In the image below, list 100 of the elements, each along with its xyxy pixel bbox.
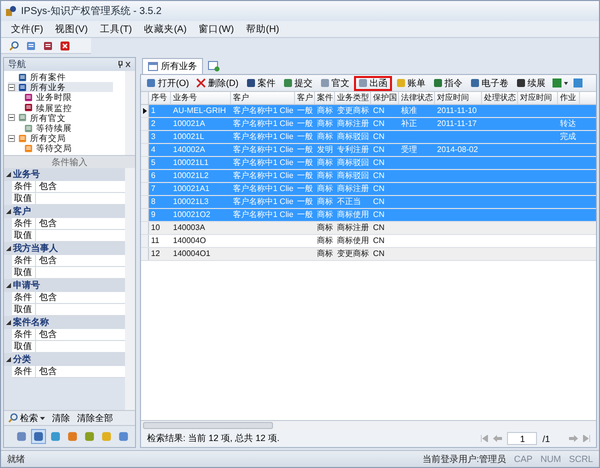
tree-item[interactable]: 等待交局 xyxy=(8,143,113,154)
column-header[interactable]: 业务号 xyxy=(171,92,231,104)
menu-item[interactable]: 文件(F) xyxy=(7,22,48,36)
column-header[interactable]: 作业 xyxy=(558,92,580,104)
column-header[interactable]: 对应时间 xyxy=(435,92,482,104)
nav-button[interactable] xyxy=(99,429,114,444)
toolbar-button[interactable]: 指令 xyxy=(430,76,466,90)
menu-item[interactable]: 视图(V) xyxy=(51,22,92,36)
table-cell-text: 100021A xyxy=(172,118,206,130)
column-header[interactable]: 业务类型 xyxy=(335,92,371,104)
property-row[interactable]: 条件 包含 xyxy=(12,329,125,341)
collapse-icon[interactable] xyxy=(8,114,15,122)
nav-button[interactable] xyxy=(82,429,97,444)
report-button[interactable] xyxy=(570,76,584,90)
column-header[interactable]: 案件 xyxy=(315,92,335,104)
table-cell-text: 一般 xyxy=(296,183,314,195)
property-row[interactable]: 条件 包含 xyxy=(12,255,125,267)
menu-item[interactable]: 帮助(H) xyxy=(242,22,284,36)
table-row[interactable]: 10 140003A 商标 商标注册 CN xyxy=(141,222,596,235)
table-cell-text: 一般 xyxy=(296,118,314,130)
action-button[interactable]: 检索 xyxy=(7,412,46,424)
category-row[interactable]: 我方当事人 xyxy=(4,242,125,255)
column-header[interactable]: 保护国 xyxy=(371,92,399,104)
next-page-icon[interactable] xyxy=(569,435,578,442)
property-row[interactable]: 取值 xyxy=(12,193,125,205)
tree-item[interactable]: 续展监控 xyxy=(8,102,113,113)
category-row[interactable]: 业务号 xyxy=(4,168,125,181)
pin-icon[interactable] xyxy=(117,61,131,68)
table-cell-text: 100021L3 xyxy=(172,196,210,208)
table-cell-text: 一般 xyxy=(296,144,314,156)
category-row[interactable]: 案件名称 xyxy=(4,316,125,329)
tree-item[interactable]: 所有案件 xyxy=(8,72,113,82)
property-row[interactable]: 条件 包含 xyxy=(12,292,125,304)
row-header[interactable] xyxy=(141,105,149,117)
expand-icon[interactable] xyxy=(6,283,11,288)
toolbar-button[interactable]: 官文 xyxy=(316,76,352,90)
tree-item[interactable]: 所有业务 xyxy=(8,82,113,92)
toolbar-button[interactable]: 账单 xyxy=(392,76,428,90)
tree-item[interactable]: 所有官文 xyxy=(8,112,113,123)
previous-page-icon[interactable] xyxy=(493,435,502,442)
category-row[interactable]: 分类 xyxy=(4,353,125,366)
column-header[interactable]: 法律状态 xyxy=(399,92,435,104)
first-page-icon[interactable] xyxy=(481,435,488,442)
toolbar-button[interactable]: 续展 xyxy=(512,76,548,90)
property-row[interactable]: 取值 xyxy=(12,230,125,242)
last-page-icon[interactable] xyxy=(583,435,590,442)
table-cell-text: 客户名称中1 Clie xyxy=(232,196,294,208)
new-tab-button[interactable] xyxy=(206,59,222,74)
tree-item[interactable]: 所有交局 xyxy=(8,133,113,144)
horizontal-scrollbar[interactable] xyxy=(141,420,596,430)
toolbar-button[interactable]: 电子卷 xyxy=(466,76,512,90)
menu-item[interactable]: 收藏夹(A) xyxy=(140,22,191,36)
toolbar-button[interactable]: 案件 xyxy=(242,76,278,90)
nav-button[interactable] xyxy=(48,429,63,444)
table-cell-text: 专利注册 xyxy=(336,144,370,156)
action-button[interactable]: 清除全部 xyxy=(76,412,114,424)
expand-icon[interactable] xyxy=(6,172,11,177)
property-row[interactable]: 取值 xyxy=(12,267,125,279)
menu-item[interactable]: 窗口(W) xyxy=(194,22,238,36)
spreadsheet-button[interactable] xyxy=(550,76,570,90)
expand-icon[interactable] xyxy=(6,246,11,251)
menu-item[interactable]: 工具(T) xyxy=(96,22,136,36)
property-row[interactable]: 取值 xyxy=(12,304,125,316)
column-header[interactable]: 客户 xyxy=(231,92,295,104)
tree-item[interactable]: 等待续展 xyxy=(8,122,113,134)
page-input[interactable]: 1 xyxy=(507,432,538,445)
column-header[interactable]: 序号 xyxy=(149,92,171,104)
nav-button[interactable] xyxy=(65,429,80,444)
column-header[interactable]: 处理状态 xyxy=(482,92,518,104)
column-header[interactable]: 对应时间 xyxy=(518,92,558,104)
nav-button[interactable] xyxy=(116,429,131,444)
collapse-icon[interactable] xyxy=(8,134,15,142)
table-cell-text: CN xyxy=(372,248,386,260)
tree-item[interactable]: 业务时限 xyxy=(8,92,113,103)
column-header[interactable]: 客户 xyxy=(295,92,315,104)
table-row[interactable]: 11 140004O 商标 商标使用 CN xyxy=(141,235,596,248)
toolbar-button[interactable]: 提交 xyxy=(280,76,316,90)
nav-button[interactable] xyxy=(31,429,46,444)
category-row[interactable]: 客户 xyxy=(4,205,125,218)
property-row[interactable]: 条件 包含 xyxy=(12,218,125,230)
collapse-icon[interactable] xyxy=(8,84,15,91)
property-row[interactable]: 取值 xyxy=(12,341,125,353)
property-row[interactable]: 条件 包含 xyxy=(12,181,125,193)
tab[interactable]: 所有业务 xyxy=(142,58,203,74)
nav-button[interactable] xyxy=(14,429,29,444)
toolbar-button[interactable]: 出函 xyxy=(354,76,392,90)
expand-icon[interactable] xyxy=(6,209,11,214)
expand-icon[interactable] xyxy=(6,357,11,362)
table-cell-text: 2 xyxy=(150,118,156,130)
toolbar-button[interactable]: 打开(O) xyxy=(143,76,192,90)
table-row[interactable]: 12 140004O1 商标 变更商标 CN xyxy=(141,248,596,261)
expand-icon[interactable] xyxy=(6,320,11,325)
property-row[interactable]: 条件 包含 xyxy=(12,366,125,378)
action-button[interactable]: 清除 xyxy=(51,412,71,424)
toolbar-button[interactable]: 删除(D) xyxy=(193,76,242,90)
close-icon[interactable] xyxy=(58,38,72,52)
app-icon xyxy=(5,5,17,17)
search-icon[interactable] xyxy=(7,38,21,52)
table-cell-text: 4 xyxy=(150,144,156,156)
category-row[interactable]: 申请号 xyxy=(4,279,125,292)
